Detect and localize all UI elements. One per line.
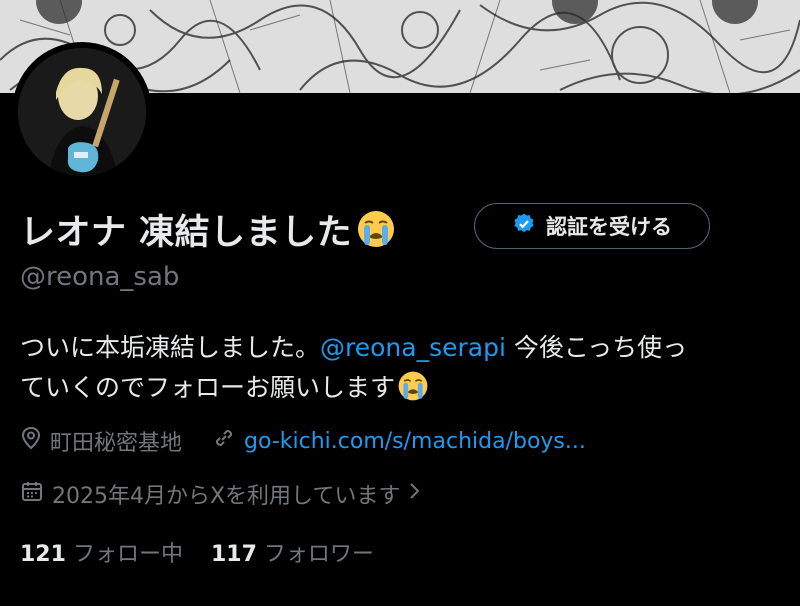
display-name-text: レオナ 凍結しました [20,212,353,253]
followers-label: フォロワー [263,542,374,567]
calendar-icon [20,479,52,509]
location-pin-icon [20,426,50,456]
loudly-crying-face-icon [397,370,429,402]
chevron-right-icon [408,481,430,507]
follow-stats: 121 フォロー中 117 フォロワー [20,536,374,568]
followers-link[interactable]: 117 フォロワー [211,536,374,568]
avatar-image [18,48,146,176]
bio-text: ていくのでフォローお願いします [20,373,396,402]
following-label: フォロー中 [72,542,183,567]
following-link[interactable]: 121 フォロー中 [20,536,183,568]
verified-badge-icon [512,212,536,241]
bio-mention-link[interactable]: @reona_serapi [320,333,506,362]
link-icon [212,426,244,456]
user-handle: @reona_sab [20,262,180,292]
joined-text: 2025年4月からXを利用しています [52,484,401,509]
bio-text: 今後こっち使っ [505,333,688,362]
get-verified-button[interactable]: 認証を受ける [474,203,710,249]
joined-row[interactable]: 2025年4月からXを利用しています [20,478,430,510]
display-name: レオナ 凍結しました [20,203,396,255]
bio: ついに本垢凍結しました。@reona_serapi 今後こっち使っ ていくのでフ… [20,328,790,408]
website-link[interactable]: go-kichi.com/s/machida/boys... [244,429,586,454]
avatar[interactable] [12,42,152,182]
location-text: 町田秘密基地 [50,431,183,456]
following-count: 121 [20,542,66,567]
get-verified-label: 認証を受ける [546,215,672,239]
profile-meta-row: 町田秘密基地 go-kichi.com/s/machida/boys... [20,425,586,457]
loudly-crying-face-icon [356,209,396,249]
bio-text: ついに本垢凍結しました。 [20,333,321,362]
followers-count: 117 [210,542,257,567]
